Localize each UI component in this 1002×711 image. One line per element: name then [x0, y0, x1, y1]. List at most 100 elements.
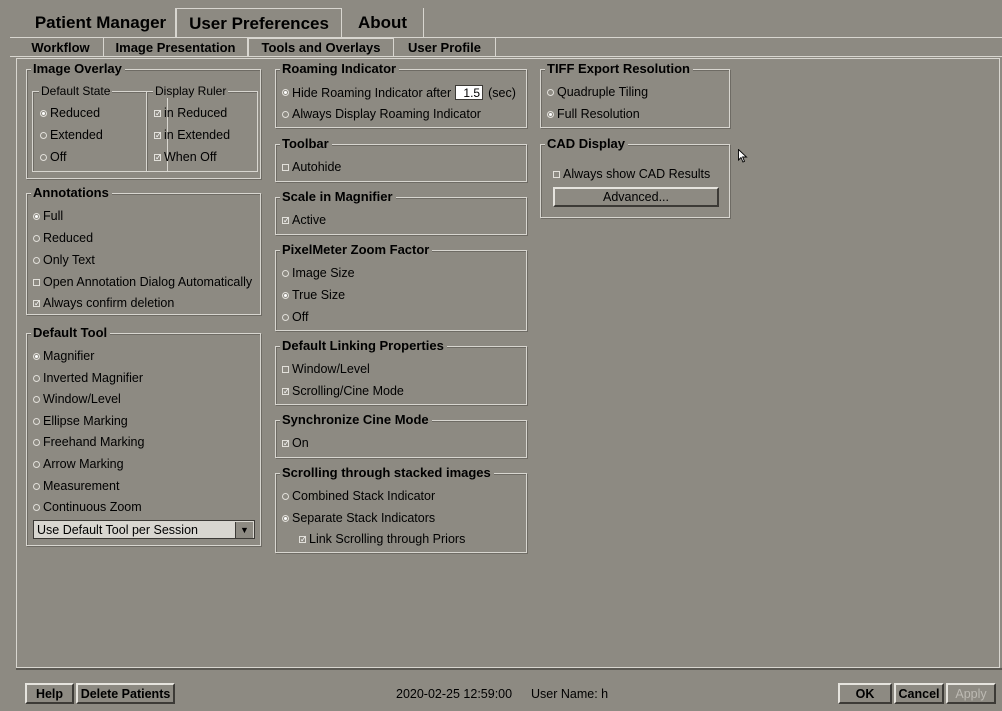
radio-selected-icon: [282, 291, 289, 299]
option-label: On: [292, 436, 309, 450]
synchronize-cine-group: Synchronize Cine Mode ✓ On: [275, 412, 527, 458]
hide-roaming-indicator-radio[interactable]: Hide Roaming Indicator after 1.5 (sec): [282, 85, 516, 100]
default-tool-group: Default Tool Magnifier Inverted Magnifie…: [26, 325, 261, 546]
checkbox-checked-icon: ✓: [33, 298, 41, 308]
annotations-group: Annotations Full Reduced Only Text Open …: [26, 185, 261, 315]
tool-window-level-radio[interactable]: Window/Level: [33, 392, 121, 406]
radio-icon: [33, 460, 40, 468]
always-show-cad-checkbox[interactable]: Always show CAD Results: [553, 167, 710, 181]
tool-arrow-marking-radio[interactable]: Arrow Marking: [33, 457, 124, 471]
subtab-workflow[interactable]: Workflow: [18, 38, 104, 56]
radio-icon: [33, 417, 40, 425]
option-label: Window/Level: [292, 362, 370, 376]
autohide-checkbox[interactable]: Autohide: [282, 160, 341, 174]
radio-selected-icon: [547, 110, 554, 118]
open-annotation-dialog-checkbox[interactable]: Open Annotation Dialog Automatically: [33, 275, 252, 289]
pixelmeter-image-size-radio[interactable]: Image Size: [282, 266, 355, 280]
unit-label: (sec): [488, 85, 516, 100]
separate-stack-indicators-radio[interactable]: Separate Stack Indicators: [282, 511, 435, 525]
subgroup-title: Display Ruler: [153, 84, 229, 98]
option-label: Always show CAD Results: [563, 167, 711, 181]
roaming-seconds-input[interactable]: 1.5: [455, 85, 484, 100]
radio-selected-icon: [40, 109, 47, 117]
roaming-indicator-group: Roaming Indicator Hide Roaming Indicator…: [275, 61, 527, 128]
linking-window-level-checkbox[interactable]: Window/Level: [282, 362, 370, 376]
annotations-reduced-radio[interactable]: Reduced: [33, 231, 93, 245]
cad-advanced-button[interactable]: Advanced...: [553, 187, 719, 207]
option-label: Arrow Marking: [43, 457, 124, 471]
subtab-user-profile[interactable]: User Profile: [394, 38, 496, 56]
toolbar-group: Toolbar Autohide: [275, 136, 527, 182]
checkbox-checked-icon: ✓: [282, 215, 290, 225]
option-label: Off: [50, 150, 67, 164]
annotations-full-radio[interactable]: Full: [33, 209, 63, 223]
default-tool-session-select[interactable]: Use Default Tool per Session ▼: [33, 520, 255, 539]
help-button[interactable]: Help: [25, 683, 74, 704]
combined-stack-indicator-radio[interactable]: Combined Stack Indicator: [282, 489, 435, 503]
synchronize-cine-on-checkbox[interactable]: ✓ On: [282, 436, 309, 450]
default-state-reduced-radio[interactable]: Reduced: [40, 106, 100, 120]
tiff-quadruple-tiling-radio[interactable]: Quadruple Tiling: [547, 85, 648, 99]
delete-patients-button[interactable]: Delete Patients: [76, 683, 175, 704]
tab-user-preferences[interactable]: User Preferences: [176, 8, 342, 38]
tool-continuous-zoom-radio[interactable]: Continuous Zoom: [33, 500, 142, 514]
ok-button[interactable]: OK: [838, 683, 892, 704]
group-title: TIFF Export Resolution: [545, 61, 693, 76]
datetime-display: 2020-02-25 12:59:00: [396, 687, 513, 701]
ruler-in-reduced-checkbox[interactable]: ✓ in Reduced: [154, 106, 227, 120]
apply-button[interactable]: Apply: [946, 683, 996, 704]
tool-freehand-marking-radio[interactable]: Freehand Marking: [33, 435, 144, 449]
ruler-in-extended-checkbox[interactable]: ✓ in Extended: [154, 128, 230, 142]
scale-in-magnifier-group: Scale in Magnifier ✓ Active: [275, 189, 527, 235]
link-scrolling-priors-checkbox[interactable]: ✓ Link Scrolling through Priors: [299, 532, 465, 546]
checkbox-checked-icon: ✓: [154, 152, 162, 162]
option-label: Off: [292, 310, 309, 324]
checkbox-checked-icon: ✓: [154, 130, 162, 140]
tool-magnifier-radio[interactable]: Magnifier: [33, 349, 94, 363]
display-ruler-group: Display Ruler ✓ in Reduced ✓ in Extended ✓…: [146, 84, 258, 172]
radio-selected-icon: [282, 514, 289, 522]
tab-patient-manager[interactable]: Patient Manager: [26, 8, 176, 38]
option-label: Reduced: [50, 106, 101, 120]
dropdown-arrow-icon[interactable]: ▼: [235, 522, 253, 538]
option-label: Full: [43, 209, 64, 223]
option-label: Always Display Roaming Indicator: [292, 107, 481, 121]
subtab-tools-and-overlays[interactable]: Tools and Overlays: [248, 38, 394, 56]
cancel-button[interactable]: Cancel: [894, 683, 944, 704]
main-tab-bar: Patient Manager User Preferences About: [10, 8, 1002, 38]
tiff-full-resolution-radio[interactable]: Full Resolution: [547, 107, 640, 121]
linking-scrolling-cine-checkbox[interactable]: ✓ Scrolling/Cine Mode: [282, 384, 404, 398]
tool-ellipse-marking-radio[interactable]: Ellipse Marking: [33, 414, 128, 428]
annotations-only-text-radio[interactable]: Only Text: [33, 253, 95, 267]
pixelmeter-off-radio[interactable]: Off: [282, 310, 308, 324]
tool-measurement-radio[interactable]: Measurement: [33, 479, 119, 493]
scale-active-checkbox[interactable]: ✓ Active: [282, 213, 326, 227]
radio-selected-icon: [282, 89, 289, 96]
option-label: Measurement: [43, 479, 120, 493]
radio-icon: [282, 313, 289, 321]
pixelmeter-true-size-radio[interactable]: True Size: [282, 288, 345, 302]
tab-about[interactable]: About: [342, 8, 424, 38]
always-display-roaming-radio[interactable]: Always Display Roaming Indicator: [282, 107, 481, 121]
option-label: Image Size: [292, 266, 355, 280]
option-label: Hide Roaming Indicator after: [292, 85, 452, 100]
scrolling-stacked-group: Scrolling through stacked images Combine…: [275, 465, 527, 553]
ruler-when-off-checkbox[interactable]: ✓ When Off: [154, 150, 217, 164]
button-label: Cancel: [898, 686, 940, 701]
subtab-image-presentation[interactable]: Image Presentation: [104, 38, 248, 56]
default-state-off-radio[interactable]: Off: [40, 150, 66, 164]
button-label: OK: [855, 686, 875, 701]
always-confirm-deletion-checkbox[interactable]: ✓ Always confirm deletion: [33, 296, 174, 310]
tool-inverted-magnifier-radio[interactable]: Inverted Magnifier: [33, 371, 143, 385]
image-overlay-group: Image Overlay Default State Reduced Exte…: [26, 61, 261, 179]
default-state-extended-radio[interactable]: Extended: [40, 128, 103, 142]
option-label: Extended: [50, 128, 103, 142]
option-label: Continuous Zoom: [43, 500, 142, 514]
subtab-divider: [10, 56, 1002, 57]
option-label: Combined Stack Indicator: [292, 489, 436, 503]
group-title: Default Linking Properties: [280, 338, 447, 353]
option-label: Quadruple Tiling: [557, 85, 649, 99]
tab-label: Patient Manager: [34, 13, 167, 32]
radio-icon: [33, 395, 40, 403]
group-title: Synchronize Cine Mode: [280, 412, 432, 427]
